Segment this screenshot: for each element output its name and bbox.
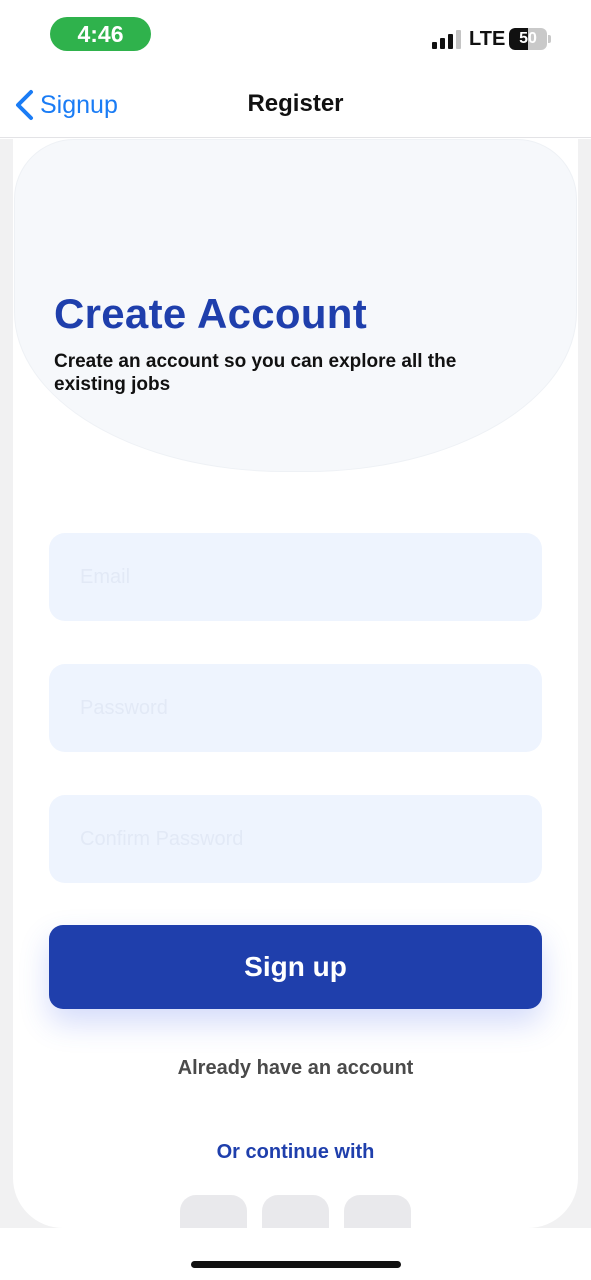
nav-bar: Signup Register — [0, 70, 591, 138]
home-indicator — [191, 1261, 401, 1268]
or-continue-with-label: Or continue with — [216, 1141, 375, 1163]
sign-up-button[interactable]: Sign up — [49, 925, 542, 1009]
register-screen: 4:46 LTE 50 Signup Register Create Accou… — [0, 0, 591, 1280]
signal-strength-icon — [432, 30, 462, 49]
password-field[interactable] — [49, 664, 542, 752]
email-field[interactable] — [49, 533, 542, 621]
battery-level: 50 — [519, 30, 537, 47]
bottom-area — [0, 1228, 591, 1280]
page-title: Register — [247, 90, 344, 117]
already-have-account-link[interactable]: Already have an account — [0, 1057, 591, 1080]
confirm-password-field[interactable] — [49, 795, 542, 883]
battery-icon: 50 — [509, 28, 547, 50]
create-account-subheading: Create an account so you can explore all… — [54, 351, 457, 395]
create-account-heading: Create Account — [54, 290, 368, 337]
status-bar: 4:46 LTE 50 — [0, 0, 591, 70]
battery-tip — [548, 35, 551, 43]
network-type: LTE — [469, 28, 506, 50]
status-time: 4:46 — [50, 17, 151, 51]
